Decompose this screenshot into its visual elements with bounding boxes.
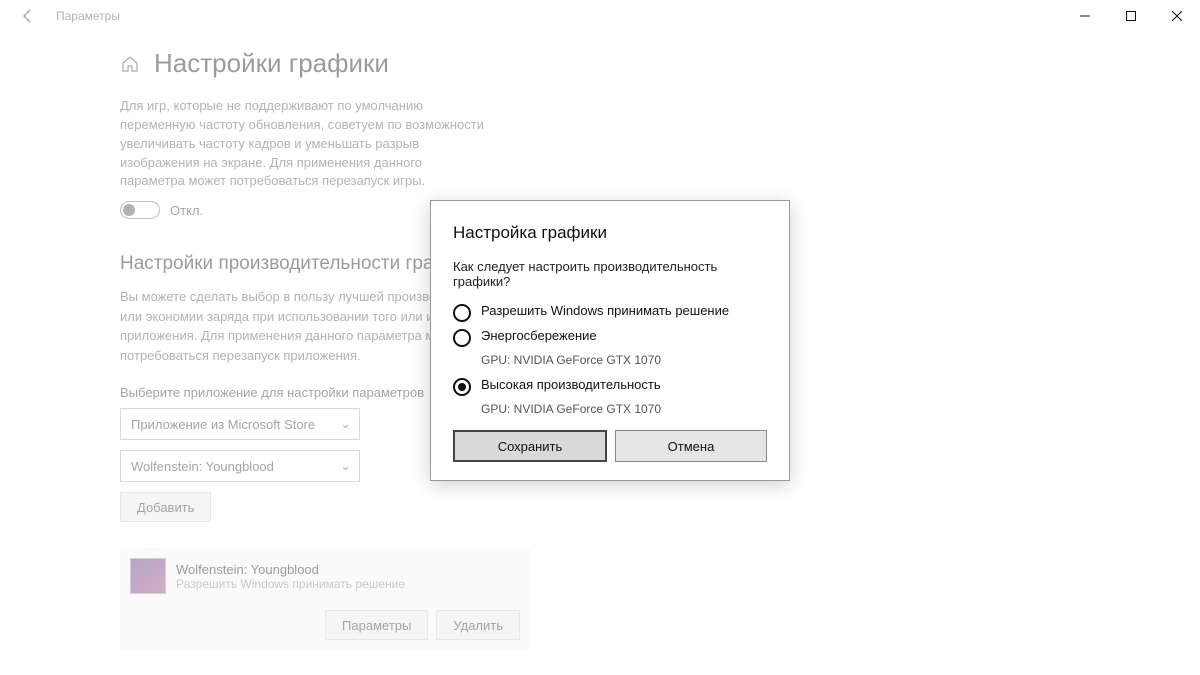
radio-option-high-performance[interactable]: Высокая производительность bbox=[453, 377, 767, 396]
app-remove-button[interactable]: Удалить bbox=[436, 610, 520, 640]
radio-icon bbox=[453, 329, 471, 347]
combo-value: Wolfenstein: Youngblood bbox=[131, 459, 274, 474]
combo-value: Приложение из Microsoft Store bbox=[131, 417, 315, 432]
dialog-save-button[interactable]: Сохранить bbox=[453, 430, 607, 462]
radio-icon bbox=[453, 304, 471, 322]
app-thumbnail bbox=[130, 558, 166, 594]
add-button[interactable]: Добавить bbox=[120, 492, 211, 522]
app-card: Wolfenstein: Youngblood Разрешить Window… bbox=[120, 548, 530, 650]
app-source-combo[interactable]: Приложение из Microsoft Store ⌄ bbox=[120, 408, 360, 440]
radio-sub-gpu: GPU: NVIDIA GeForce GTX 1070 bbox=[481, 402, 767, 416]
home-icon[interactable] bbox=[120, 54, 140, 74]
close-button[interactable] bbox=[1154, 0, 1200, 32]
window-title: Параметры bbox=[56, 9, 120, 23]
vrr-toggle[interactable] bbox=[120, 201, 160, 219]
chevron-down-icon: ⌄ bbox=[340, 416, 351, 432]
toggle-label: Откл. bbox=[170, 203, 203, 218]
chevron-down-icon: ⌄ bbox=[340, 458, 351, 474]
dialog-question: Как следует настроить производительность… bbox=[453, 259, 767, 289]
dialog-title: Настройка графики bbox=[453, 223, 767, 243]
radio-sub-gpu: GPU: NVIDIA GeForce GTX 1070 bbox=[481, 353, 767, 367]
page-title: Настройки графики bbox=[154, 48, 389, 79]
minimize-button[interactable] bbox=[1062, 0, 1108, 32]
app-select-combo[interactable]: Wolfenstein: Youngblood ⌄ bbox=[120, 450, 360, 482]
app-options-button[interactable]: Параметры bbox=[325, 610, 428, 640]
back-button[interactable] bbox=[8, 0, 48, 32]
dialog-cancel-button[interactable]: Отмена bbox=[615, 430, 767, 462]
radio-option-power-saving[interactable]: Энергосбережение bbox=[453, 328, 767, 347]
radio-option-system[interactable]: Разрешить Windows принимать решение bbox=[453, 303, 767, 322]
maximize-button[interactable] bbox=[1108, 0, 1154, 32]
app-preference: Разрешить Windows принимать решение bbox=[176, 577, 405, 591]
radio-icon bbox=[453, 378, 471, 396]
intro-text: Для игр, которые не поддерживают по умол… bbox=[120, 97, 490, 191]
graphics-preference-dialog: Настройка графики Как следует настроить … bbox=[430, 200, 790, 481]
app-name: Wolfenstein: Youngblood bbox=[176, 562, 405, 577]
